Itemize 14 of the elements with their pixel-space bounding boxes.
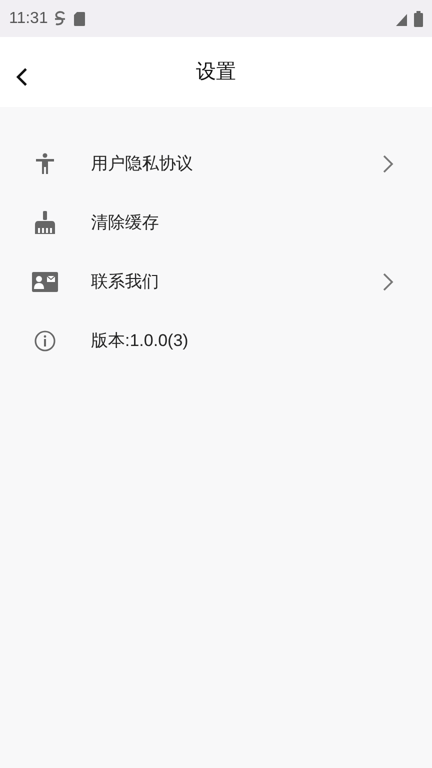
settings-item[interactable]: 联系我们 (0, 252, 432, 311)
contact-card-icon (32, 272, 58, 292)
info-icon (34, 330, 56, 352)
sd-card-icon (74, 12, 85, 26)
settings-item[interactable]: 版本:1.0.0(3) (0, 311, 432, 370)
settings-item[interactable]: 清除缓存 (0, 193, 432, 252)
settings-item[interactable]: 用户隐私协议 (0, 134, 432, 193)
broom-icon (34, 210, 56, 234)
signal-icon (396, 12, 410, 26)
battery-icon (414, 10, 423, 26)
status-time: 11:31 (9, 8, 48, 28)
page-title: 设置 (196, 60, 236, 85)
person-icon (35, 152, 55, 174)
sync-icon (54, 10, 66, 26)
